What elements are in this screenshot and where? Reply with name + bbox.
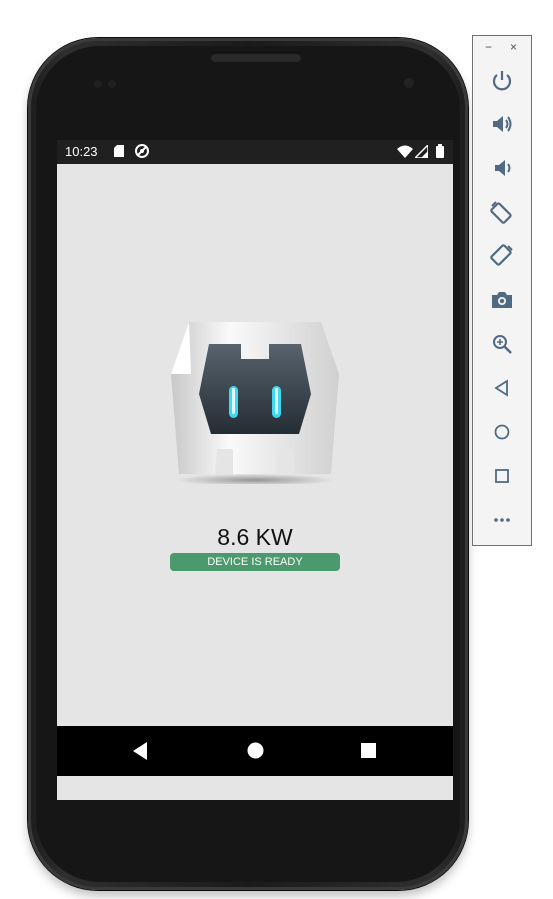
cordova-logo xyxy=(169,314,341,486)
recents-icon[interactable] xyxy=(361,743,376,763)
camera-icon[interactable] xyxy=(489,287,515,313)
earpiece-speaker xyxy=(210,52,302,62)
sync-icon xyxy=(134,143,150,162)
phone-frame: 10:23 8.6 KW DEVICE IS READY xyxy=(28,38,468,890)
battery-icon xyxy=(436,144,444,161)
rotate-left-icon[interactable] xyxy=(489,199,515,225)
power-reading: 8.6 KW xyxy=(217,524,293,550)
zoom-icon[interactable] xyxy=(489,331,515,357)
back-icon[interactable] xyxy=(133,742,149,765)
wifi-icon xyxy=(397,145,413,161)
device-ready-badge: DEVICE IS READY xyxy=(170,553,340,571)
signal-icon xyxy=(413,143,429,161)
front-camera xyxy=(402,76,416,90)
emulator-toolbar: − × xyxy=(472,35,532,546)
more-icon[interactable] xyxy=(489,507,515,533)
light-sensor xyxy=(108,80,116,88)
power-icon[interactable] xyxy=(489,67,515,93)
device-screen[interactable]: 10:23 8.6 KW DEVICE IS READY xyxy=(57,140,453,800)
app-content: 8.6 KW DEVICE IS READY xyxy=(57,164,453,750)
home-icon[interactable] xyxy=(489,419,515,445)
volume-down-icon[interactable] xyxy=(489,155,515,181)
close-button[interactable]: × xyxy=(510,40,517,54)
volume-up-icon[interactable] xyxy=(489,111,515,137)
phone-bezel: 10:23 8.6 KW DEVICE IS READY xyxy=(36,46,460,882)
minimize-button[interactable]: − xyxy=(485,40,492,54)
proximity-sensor xyxy=(94,80,102,88)
rotate-right-icon[interactable] xyxy=(489,243,515,269)
status-time: 10:23 xyxy=(65,144,98,159)
sd-card-icon xyxy=(114,145,124,160)
status-bar: 10:23 xyxy=(57,140,453,164)
navigation-bar xyxy=(57,726,453,776)
home-icon[interactable] xyxy=(247,742,264,764)
overview-icon[interactable] xyxy=(489,463,515,489)
back-icon[interactable] xyxy=(489,375,515,401)
